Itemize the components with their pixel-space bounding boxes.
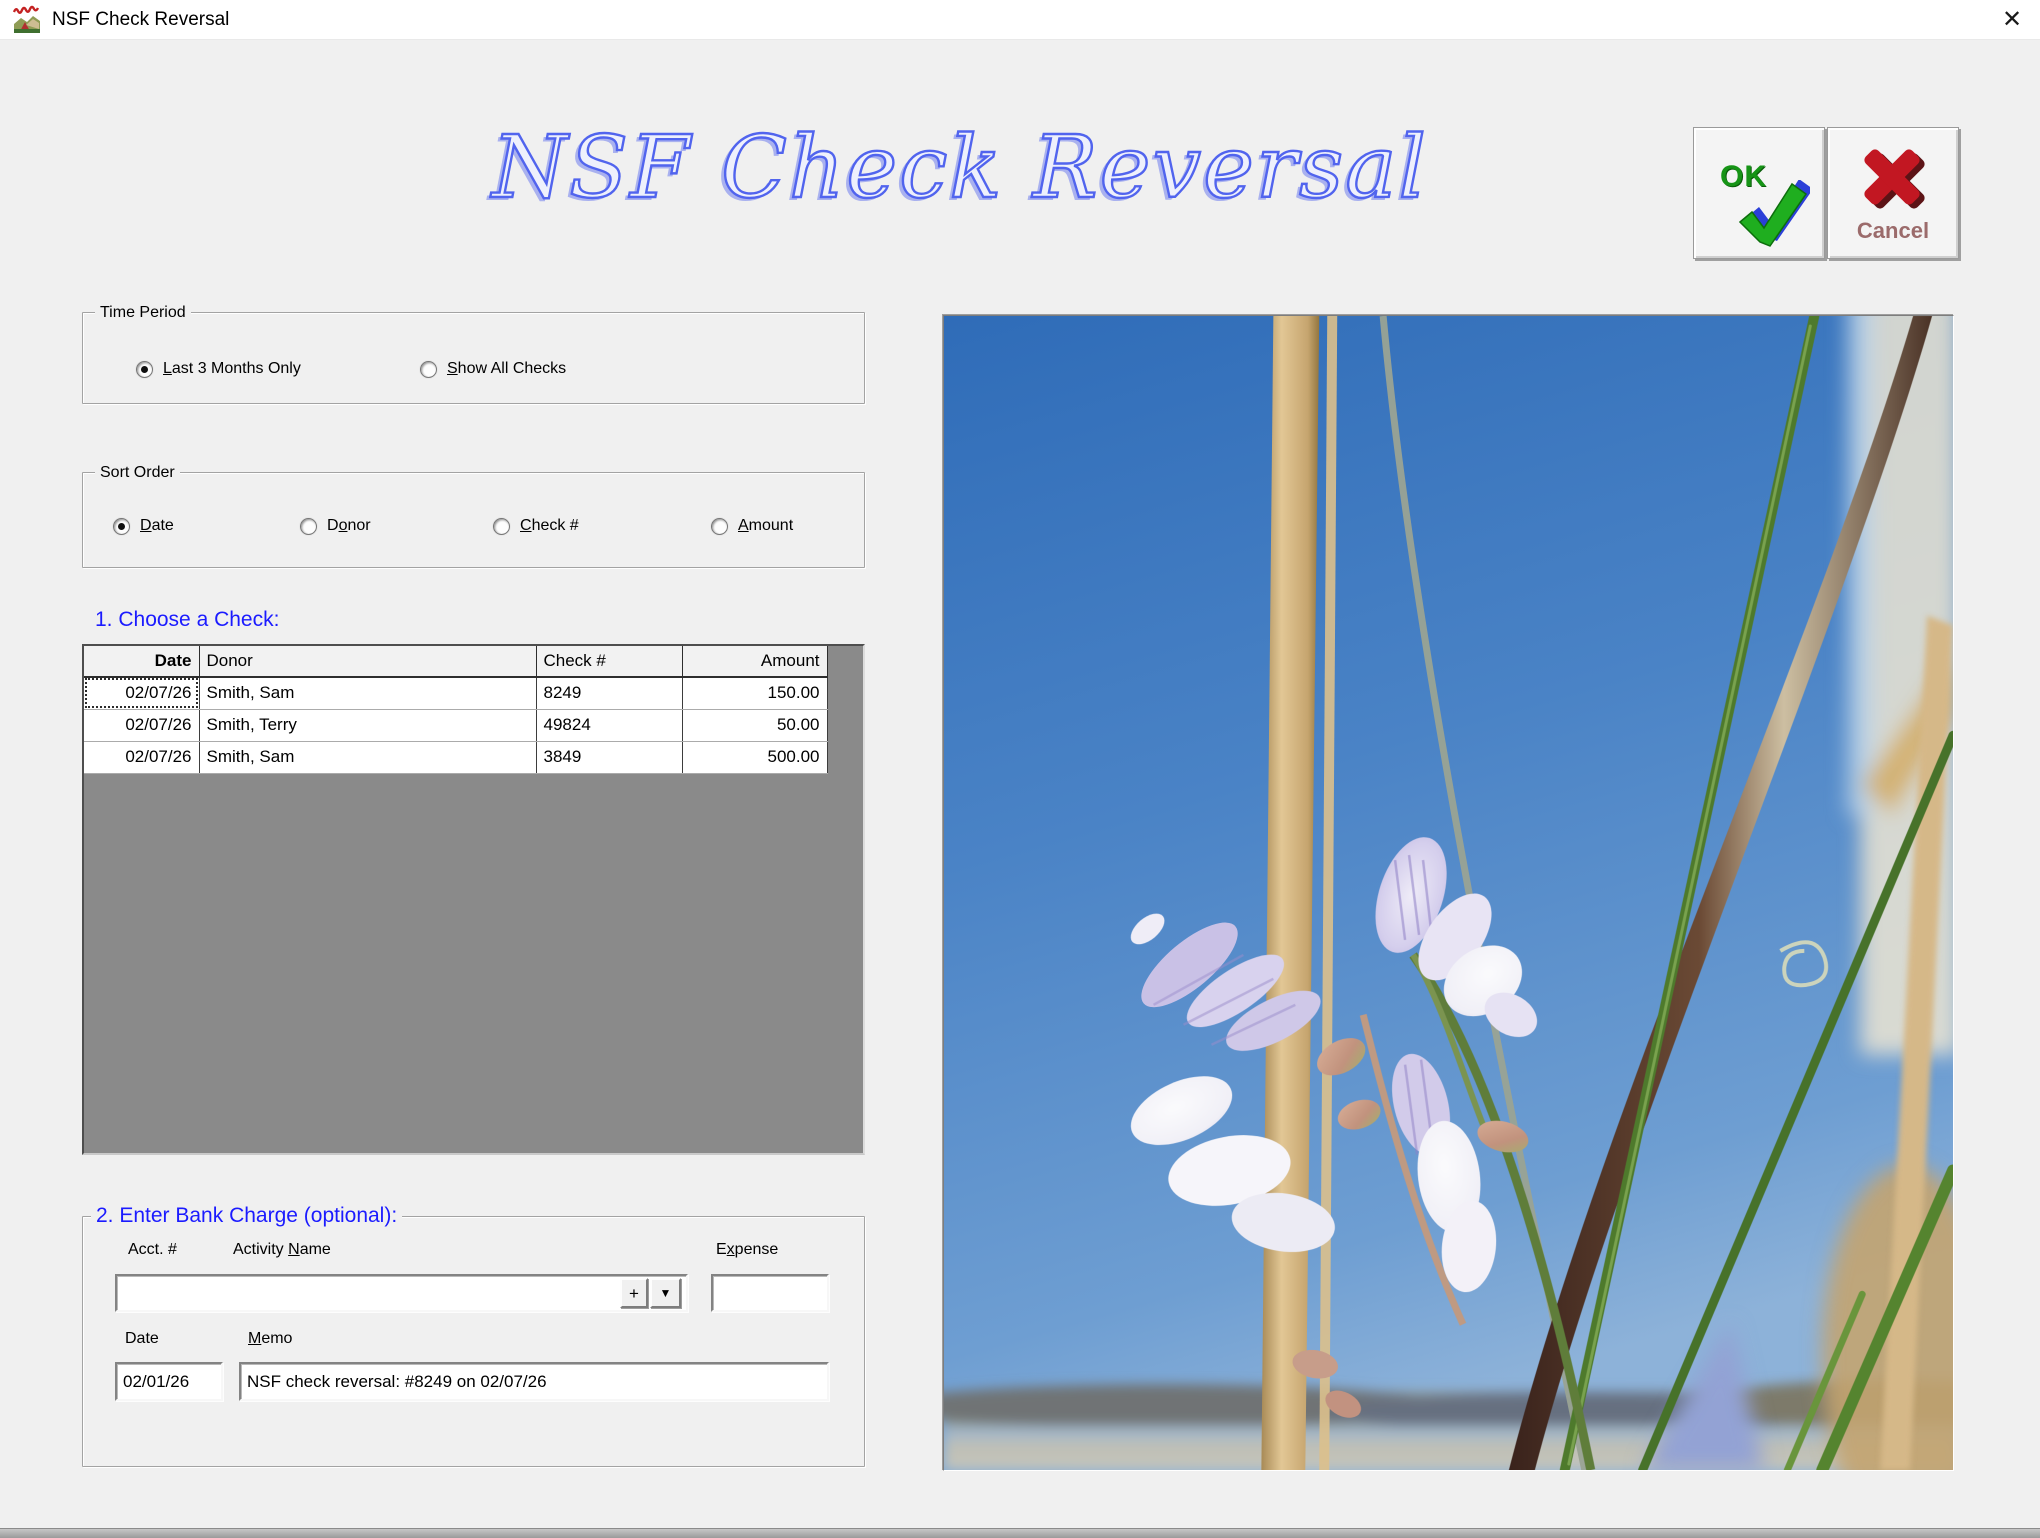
chevron-down-icon: ▼ (660, 1287, 672, 1299)
expense-input[interactable] (711, 1274, 829, 1312)
ok-check-icon (1730, 180, 1810, 248)
choose-check-label: 1. Choose a Check: (95, 608, 279, 632)
radio-circle-icon (300, 518, 317, 535)
table-row[interactable]: 02/07/26 Smith, Sam 8249 150.00 (84, 677, 827, 709)
cancel-button-label: Cancel (1828, 218, 1958, 244)
radio-circle-icon (420, 361, 437, 378)
radio-sort-donor[interactable]: Donor (300, 517, 371, 535)
radio-circle-icon (113, 518, 130, 535)
radio-circle-icon (711, 518, 728, 535)
memo-input[interactable] (239, 1362, 829, 1401)
activity-dropdown-button[interactable]: ▼ (650, 1278, 681, 1308)
cell-donor: Smith, Sam (199, 741, 536, 773)
radio-show-all-checks[interactable]: Show All Checks (420, 360, 566, 378)
add-activity-button[interactable]: + (620, 1278, 648, 1308)
app-icon (12, 5, 42, 35)
col-header-amount: Amount (682, 646, 827, 677)
ok-button[interactable]: OK (1693, 127, 1825, 259)
cancel-button[interactable]: Cancel (1827, 127, 1959, 259)
close-icon: ✕ (2002, 5, 2022, 34)
cell-check: 3849 (536, 741, 682, 773)
cell-amount: 500.00 (682, 741, 827, 773)
cell-date[interactable]: 02/07/26 (84, 677, 199, 709)
radio-sort-date[interactable]: Date (113, 517, 174, 535)
radio-sort-check-number[interactable]: Check # (493, 517, 579, 535)
bank-charge-legend: 2. Enter Bank Charge (optional): (91, 1204, 402, 1228)
col-header-date: Date (84, 646, 199, 677)
cell-check: 8249 (536, 677, 682, 709)
date-label: Date (125, 1330, 159, 1348)
taskbar-edge (0, 1528, 2040, 1538)
time-period-legend: Time Period (95, 303, 191, 323)
title-bar: NSF Check Reversal ✕ (0, 0, 2040, 40)
sort-order-legend: Sort Order (95, 463, 180, 483)
expense-label: Expense (716, 1241, 778, 1259)
flower-photo-image (944, 316, 1953, 1470)
activity-name-input[interactable] (115, 1274, 688, 1312)
table-header-row: Date Donor Check # Amount (84, 646, 827, 677)
activity-name-label: Activity Name (233, 1241, 331, 1259)
window-title: NSF Check Reversal (52, 9, 229, 31)
col-header-donor: Donor (199, 646, 536, 677)
cell-donor: Smith, Sam (199, 677, 536, 709)
cell-check: 49824 (536, 709, 682, 741)
memo-label: Memo (248, 1330, 292, 1348)
sort-order-groupbox: Sort Order Date Donor Check # Amount (82, 472, 865, 568)
radio-circle-icon (136, 361, 153, 378)
plus-icon: + (629, 1285, 639, 1302)
time-period-groupbox: Time Period Last 3 Months Only Show All … (82, 312, 865, 404)
col-header-check: Check # (536, 646, 682, 677)
flower-photo (943, 315, 1954, 1471)
radio-circle-icon (493, 518, 510, 535)
cell-donor: Smith, Terry (199, 709, 536, 741)
table-row[interactable]: 02/07/26 Smith, Sam 3849 500.00 (84, 741, 827, 773)
date-input[interactable] (115, 1362, 223, 1401)
cell-amount: 50.00 (682, 709, 827, 741)
cancel-x-icon (1856, 144, 1930, 214)
cell-date: 02/07/26 (84, 741, 199, 773)
radio-sort-amount[interactable]: Amount (711, 517, 793, 535)
cell-amount: 150.00 (682, 677, 827, 709)
close-button[interactable]: ✕ (1990, 0, 2034, 38)
page-title: NSF Check Reversal (450, 118, 1470, 268)
radio-last-3-months[interactable]: Last 3 Months Only (136, 360, 301, 378)
table-row[interactable]: 02/07/26 Smith, Terry 49824 50.00 (84, 709, 827, 741)
acct-number-label: Acct. # (128, 1241, 177, 1259)
check-grid[interactable]: Date Donor Check # Amount 02/07/26 Smith… (82, 644, 865, 1155)
bank-charge-groupbox: 2. Enter Bank Charge (optional): Acct. #… (82, 1216, 865, 1467)
cell-date: 02/07/26 (84, 709, 199, 741)
check-table: Date Donor Check # Amount 02/07/26 Smith… (84, 646, 828, 774)
